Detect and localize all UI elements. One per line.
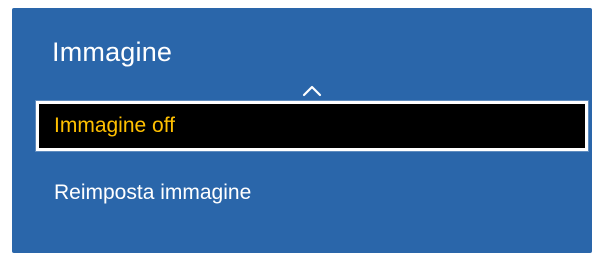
picture-menu-panel: Immagine Immagine off Reimposta immagine (12, 8, 592, 253)
menu-title: Immagine (52, 37, 173, 67)
menu-item-label: Reimposta immagine (54, 181, 252, 204)
menu-item-reimposta-immagine[interactable]: Reimposta immagine (36, 168, 588, 218)
menu-item-label: Immagine off (54, 114, 176, 137)
screen: Immagine Immagine off Reimposta immagine (0, 0, 598, 253)
chevron-up-icon[interactable] (302, 83, 322, 97)
menu-item-immagine-off[interactable]: Immagine off (36, 101, 588, 151)
